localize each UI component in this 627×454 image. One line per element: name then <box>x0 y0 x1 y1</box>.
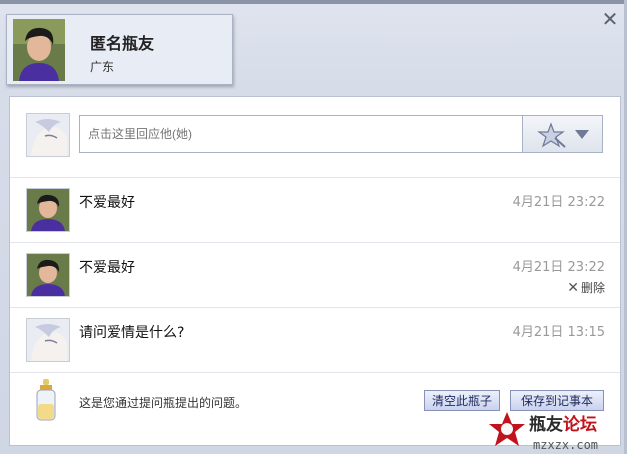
message-row: 不爱最好 4月21日 23:22 <box>10 177 620 243</box>
user-location: 广东 <box>90 60 115 74</box>
message-text: 不爱最好 <box>79 195 135 211</box>
delete-button[interactable]: ✕ 删除 <box>567 279 605 296</box>
close-icon[interactable]: ✕ <box>601 9 619 29</box>
message-row: 不爱最好 4月21日 23:22 ✕ 删除 <box>10 242 620 308</box>
delete-label: 删除 <box>580 281 605 295</box>
window-frame-top <box>0 0 627 4</box>
avatar[interactable] <box>26 188 70 232</box>
avatar[interactable] <box>26 253 70 297</box>
magic-wand-star-icon <box>537 122 566 148</box>
message-time: 4月21日 23:22 <box>512 195 605 210</box>
message-row: 请问爱情是什么? 4月21日 13:15 <box>10 307 620 373</box>
svg-text:mzxzx.com: mzxzx.com <box>533 438 598 452</box>
my-avatar[interactable] <box>26 318 70 362</box>
bottle-info-text: 这是您通过提问瓶提出的问题。 <box>79 396 248 410</box>
message-time: 4月21日 23:22 <box>512 260 605 275</box>
message-time: 4月21日 13:15 <box>512 325 605 340</box>
delete-x-icon: ✕ <box>567 280 579 296</box>
my-avatar <box>26 113 70 157</box>
message-text: 请问爱情是什么? <box>79 325 185 341</box>
svg-text:瓶友论坛: 瓶友论坛 <box>529 414 597 435</box>
emoji-picker-button[interactable] <box>522 115 603 153</box>
forum-watermark-logo: 瓶友论坛 mzxzx.com <box>489 412 598 452</box>
avatar[interactable] <box>13 19 65 81</box>
reply-input[interactable] <box>79 115 522 153</box>
baby-bottle-icon <box>36 379 56 421</box>
user-name: 匿名瓶友 <box>90 34 155 53</box>
bottle-thread-panel: 不爱最好 4月21日 23:22 不爱最好 4月21日 23:22 ✕删除 请问… <box>9 96 621 446</box>
profile-card: 匿名瓶友 广东 <box>6 14 233 85</box>
message-text: 不爱最好 <box>79 260 135 276</box>
triangle-down-icon <box>575 130 589 139</box>
